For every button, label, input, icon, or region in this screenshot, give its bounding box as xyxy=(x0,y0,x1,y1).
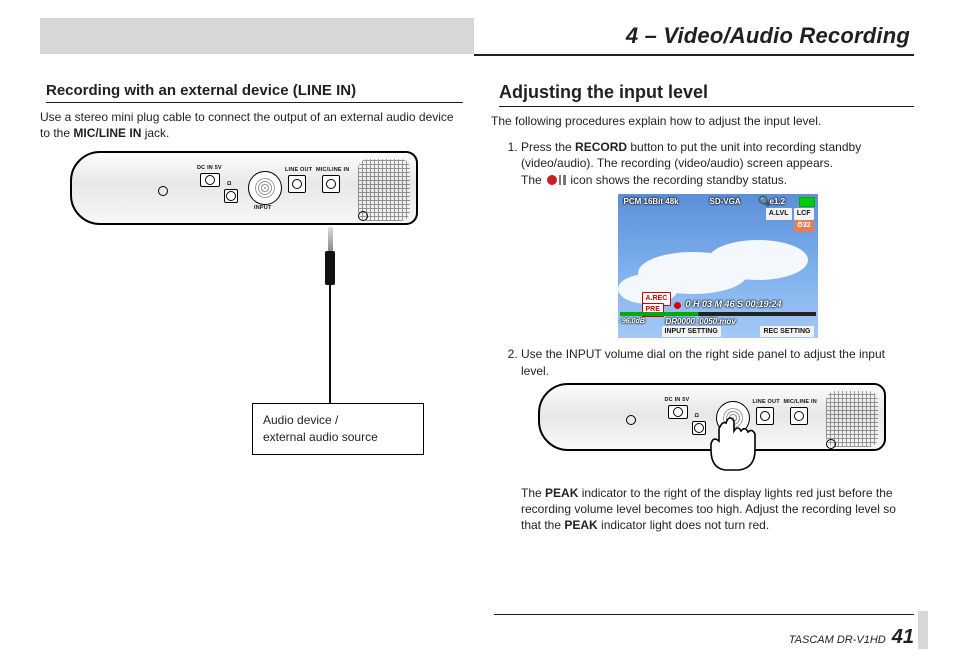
mic-line-in-port xyxy=(322,175,340,193)
line-in-intro: Use a stereo mini plug cable to connect … xyxy=(40,109,463,141)
osd-format: PCM 16Bit 48k xyxy=(624,197,679,208)
line-out-label: LINE OUT xyxy=(753,399,780,406)
section-heading-line-in: Recording with an external device (LINE … xyxy=(46,82,463,103)
dc-in-label: DC IN 5V xyxy=(665,397,690,404)
page-edge-tab xyxy=(918,611,928,649)
device-side-view-2: DC IN 5V Ω INPUT LINE OUT MIC/LINE IN xyxy=(538,383,886,451)
dc-in-port xyxy=(200,173,220,187)
chapter-header: 4 – Video/Audio Recording xyxy=(40,18,914,54)
device-with-hand-diagram: DC IN 5V Ω INPUT LINE OUT MIC/LINE IN xyxy=(538,383,898,479)
input-dial xyxy=(248,171,282,205)
section-heading-input-level: Adjusting the input level xyxy=(499,82,914,107)
step-1: Press the RECORD button to put the unit … xyxy=(521,139,914,338)
line-in-diagram: DC IN 5V Ω INPUT LINE OUT MIC/LINE IN xyxy=(70,151,430,471)
steps-list: Press the RECORD button to put the unit … xyxy=(499,139,914,533)
page-footer: TASCAM DR-V1HD 41 xyxy=(40,626,914,649)
device-side-view: DC IN 5V Ω INPUT LINE OUT MIC/LINE IN xyxy=(70,151,418,225)
chapter-title: 4 – Video/Audio Recording xyxy=(626,18,914,54)
footer-rule xyxy=(494,614,914,615)
line-out-port xyxy=(756,407,774,425)
speaker-grill-icon xyxy=(826,391,878,447)
input-level-intro: The following procedures explain how to … xyxy=(491,113,914,129)
text-span: The xyxy=(521,173,545,187)
input-label: INPUT xyxy=(254,205,272,211)
product-name: TASCAM DR-V1HD xyxy=(789,634,886,646)
hp-label: Ω xyxy=(695,413,700,420)
line-out-port xyxy=(288,175,306,193)
mic-line-in-port-label: MIC/LINE IN xyxy=(316,167,349,173)
osd-res: SD-VGA xyxy=(710,197,741,208)
text-span: icon shows the recording standby status. xyxy=(567,173,787,187)
step-2: Use the INPUT volume dial on the right s… xyxy=(521,346,914,533)
mic-line-in-port xyxy=(790,407,808,425)
box-line2: external audio source xyxy=(263,429,413,446)
line-out-label: LINE OUT xyxy=(285,167,312,173)
left-column: Recording with an external device (LINE … xyxy=(40,64,463,539)
osd-input-setting: INPUT SETTING xyxy=(662,326,721,337)
osd-db: -96.0dB xyxy=(620,317,645,326)
external-audio-source-box: Audio device / external audio source xyxy=(252,403,424,455)
mic-line-in-label: MIC/LINE IN xyxy=(73,126,141,140)
dc-in-label: DC IN 5V xyxy=(197,165,222,171)
right-column: Adjusting the input level The following … xyxy=(491,64,914,539)
record-button-label: RECORD xyxy=(575,140,627,154)
text-span: jack. xyxy=(141,126,169,140)
hp-label: Ω xyxy=(227,181,232,187)
mini-plug-cable-icon xyxy=(322,227,338,403)
headphone-port xyxy=(224,189,238,203)
lcd-screenshot: PCM 16Bit 48k SD-VGA 🔍e1.2 A.LVL LCF ⏱32… xyxy=(618,194,818,338)
peak-label: PEAK xyxy=(564,518,597,532)
record-dot-icon xyxy=(674,302,681,309)
osd-timer: ⏱32 xyxy=(794,220,813,231)
text-span: indicator light does not turn red. xyxy=(598,518,769,532)
osd-timer-val: 32 xyxy=(803,222,811,229)
mic-line-in-port-label: MIC/LINE IN xyxy=(784,399,817,406)
peak-note: The PEAK indicator to the right of the d… xyxy=(521,485,914,534)
level-meter-icon xyxy=(620,312,816,316)
battery-icon xyxy=(799,197,815,207)
osd-zoom-val: e1.2 xyxy=(769,197,785,206)
record-pause-icon xyxy=(546,172,566,188)
text-span: Use the INPUT volume dial on the right s… xyxy=(521,347,885,377)
osd-alvl: A.LVL xyxy=(766,208,792,219)
input-dial xyxy=(716,401,750,435)
headphone-port xyxy=(692,421,706,435)
osd-zoom: 🔍e1.2 xyxy=(760,197,786,208)
text-span: The xyxy=(521,486,545,500)
peak-label: PEAK xyxy=(545,486,578,500)
speaker-grill-icon xyxy=(358,159,410,221)
dc-in-port xyxy=(668,405,688,419)
osd-time: 0 H 03 M 46 S 00:19:24 xyxy=(686,298,782,310)
text-span: Press the xyxy=(521,140,575,154)
osd-rec-setting: REC SETTING xyxy=(760,326,813,337)
input-label: INPUT xyxy=(722,435,740,442)
box-line1: Audio device / xyxy=(263,412,413,429)
page-number: 41 xyxy=(892,626,914,649)
osd-lcf: LCF xyxy=(794,208,814,219)
